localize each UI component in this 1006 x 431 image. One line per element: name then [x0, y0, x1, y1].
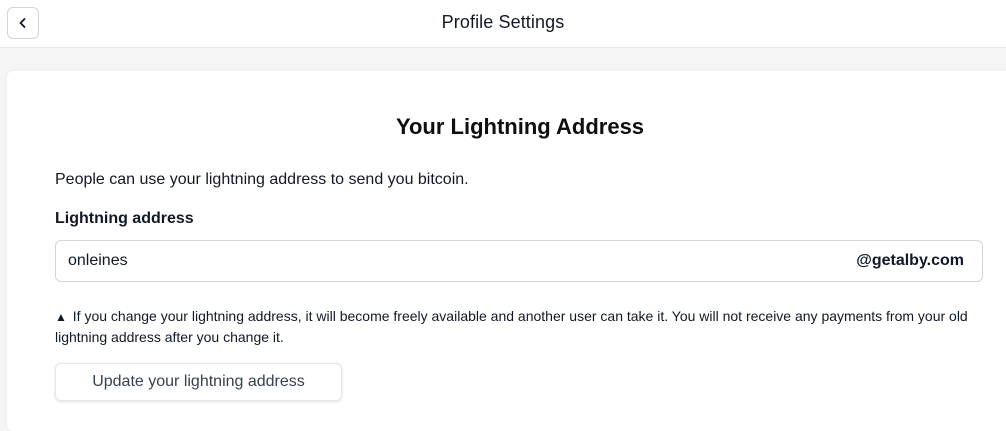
lightning-address-label: Lightning address	[55, 210, 194, 227]
domain-suffix: @getalby.com	[856, 252, 964, 269]
card-title: Your Lightning Address	[395, 114, 645, 139]
lightning-address-card: Your Lightning Address People can use yo…	[7, 71, 1006, 431]
lightning-address-field: @getalby.com	[55, 240, 983, 282]
warning-triangle-icon: ▲	[55, 310, 67, 324]
page-title: Profile Settings	[441, 12, 565, 32]
update-lightning-address-button[interactable]: Update your lightning address	[55, 363, 342, 401]
top-bar: Profile Settings	[0, 0, 1006, 48]
lightning-address-input[interactable]	[68, 241, 828, 281]
warning-text: If you change your lightning address, it…	[55, 308, 968, 345]
card-description: People can use your lightning address to…	[55, 171, 469, 188]
warning-message: ▲ If you change your lightning address, …	[55, 306, 985, 347]
